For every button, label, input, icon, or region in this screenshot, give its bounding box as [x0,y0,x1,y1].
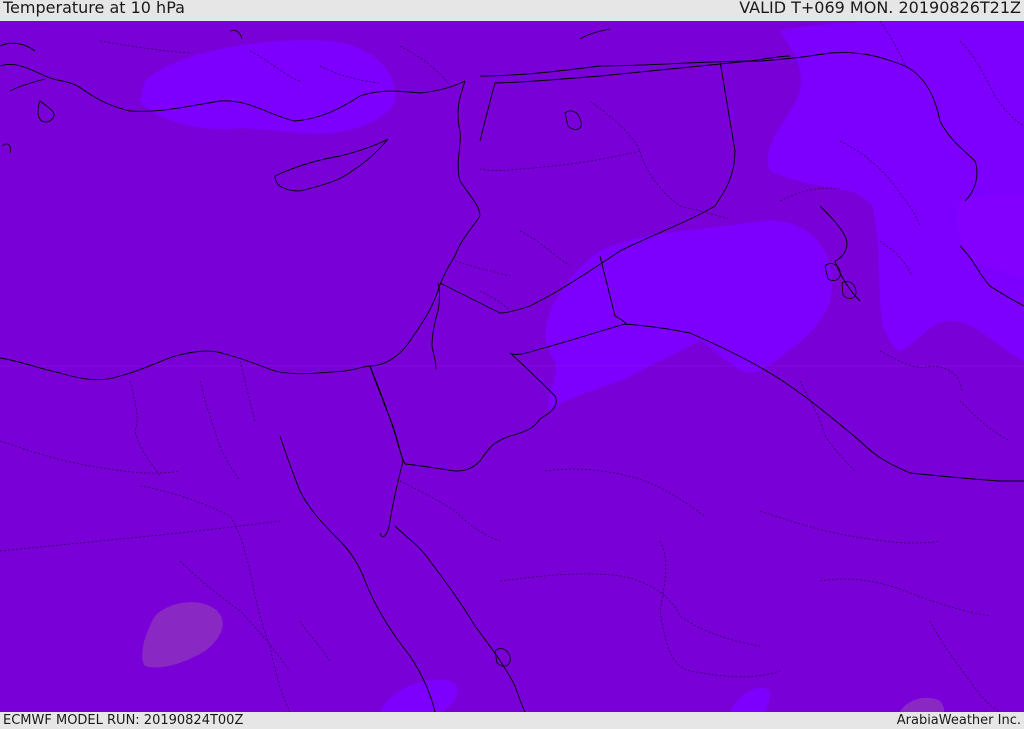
credit-label: ArabiaWeather Inc. [896,713,1021,728]
header-bar: Temperature at 10 hPa VALID T+069 MON. 2… [0,0,1024,21]
map-panel[interactable] [0,21,1024,712]
valid-time: VALID T+069 MON. 20190826T21Z [739,0,1021,17]
footer-bar: ECMWF MODEL RUN: 20190824T00Z ArabiaWeat… [0,712,1024,729]
map-title: Temperature at 10 hPa [3,0,185,17]
temperature-map[interactable] [0,21,1024,712]
model-run-label: ECMWF MODEL RUN: 20190824T00Z [3,713,244,728]
